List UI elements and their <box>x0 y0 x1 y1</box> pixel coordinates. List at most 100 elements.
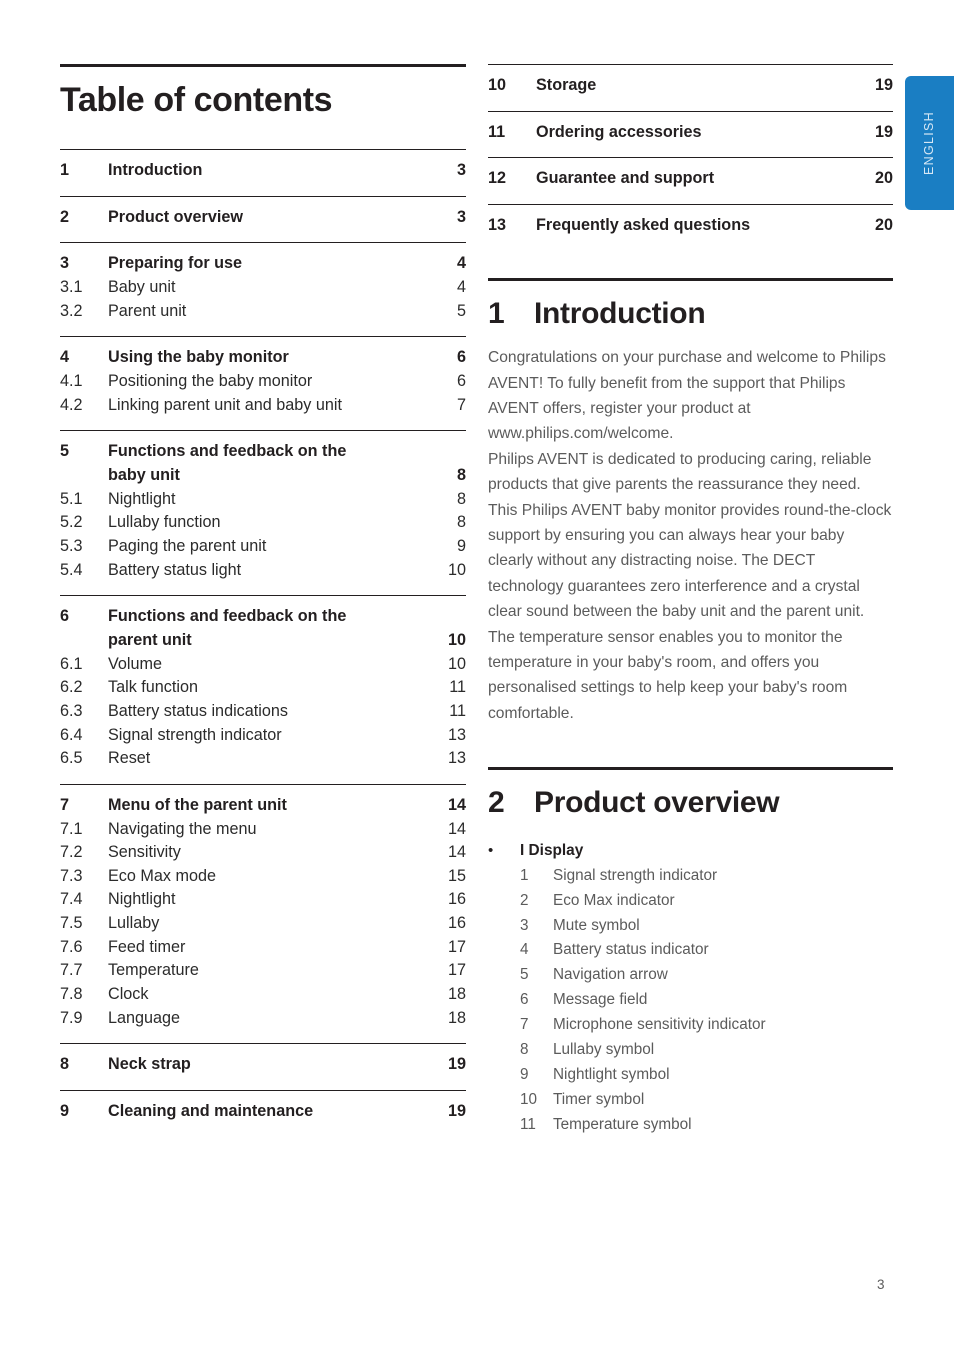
toc-divider <box>488 157 893 159</box>
left-column: Table of contents 1 Introduction 3 2 Pro… <box>60 64 466 1124</box>
toc-entry-label: Clock <box>108 985 149 1004</box>
toc-entry-label: Neck strap <box>108 1055 191 1074</box>
list-item-label: Navigation arrow <box>553 966 668 984</box>
toc-entry-page: 18 <box>447 985 466 1004</box>
toc-entry[interactable]: 9 Cleaning and maintenance 19 <box>60 1100 466 1124</box>
title-top-rule <box>60 64 466 67</box>
toc-entry[interactable]: 5 Functions and feedback on the baby unit… <box>60 440 466 487</box>
toc-entry[interactable]: 6.5 Reset 13 <box>60 747 466 771</box>
section-heading-introduction: 1 Introduction <box>488 297 893 332</box>
toc-entry-number: 13 <box>488 215 507 234</box>
toc-entry[interactable]: 2 Product overview 3 <box>60 206 466 230</box>
toc-entry-number: 7 <box>60 795 70 814</box>
list-item-number: 1 <box>520 866 529 884</box>
toc-entry-number: 3.2 <box>60 301 83 320</box>
toc-entry[interactable]: 7.3 Eco Max mode 15 <box>60 865 466 889</box>
toc-entry-number: 7.9 <box>60 1008 83 1027</box>
toc-entry[interactable]: 5.3 Paging the parent unit 9 <box>60 535 466 559</box>
toc-entry-label: Frequently asked questions <box>536 215 751 234</box>
toc-entry-label: Eco Max mode <box>108 866 216 885</box>
toc-entry-number: 1 <box>60 161 70 180</box>
toc-entry[interactable]: 5.2 Lullaby function 8 <box>60 511 466 535</box>
toc-entry-page: 13 <box>447 725 466 744</box>
toc-entry[interactable]: 6.2 Talk function 11 <box>60 676 466 700</box>
toc-entry[interactable]: 3.2 Parent unit 5 <box>60 300 466 324</box>
toc-entry[interactable]: 7.5 Lullaby 16 <box>60 912 466 936</box>
toc-entry[interactable]: 6.3 Battery status indications 11 <box>60 700 466 724</box>
toc-entry[interactable]: 11 Ordering accessories 19 <box>488 121 893 145</box>
toc-entry[interactable]: 7.7 Temperature 17 <box>60 959 466 983</box>
toc-entry-page: 19 <box>874 76 893 94</box>
list-item-label: Nightlight symbol <box>553 1066 670 1084</box>
toc-entry[interactable]: 7.9 Language 18 <box>60 1007 466 1031</box>
toc-entry-number: 7.6 <box>60 937 83 956</box>
list-item-number: 8 <box>520 1041 529 1059</box>
toc-entry-label: Talk function <box>108 678 198 697</box>
toc-entry-number: 5.1 <box>60 489 83 508</box>
toc-entry-number: 7.7 <box>60 961 83 980</box>
toc-entry-page: 6 <box>456 348 466 367</box>
toc-divider <box>488 110 893 112</box>
toc-entry-page: 8 <box>456 489 466 508</box>
list-item: 2 Eco Max indicator <box>520 889 893 914</box>
toc-entry-page: 19 <box>447 1055 466 1074</box>
list-item: 9 Nightlight symbol <box>520 1063 893 1088</box>
paragraph: Philips AVENT is dedicated to producing … <box>488 450 892 621</box>
list-item: 6 Message field <box>520 988 893 1013</box>
list-item-number: 11 <box>520 1115 536 1133</box>
toc-divider <box>488 64 893 65</box>
toc-entry-number: 4 <box>60 348 70 367</box>
toc-entry-page: 11 <box>449 701 466 720</box>
toc-entry-number: 11 <box>488 122 506 141</box>
toc-entry-label: Nightlight <box>108 489 176 508</box>
list-item-number: 4 <box>520 941 529 959</box>
toc-entry-label: Ordering accessories <box>536 122 702 141</box>
toc-group: 12 Guarantee and support 20 <box>488 157 893 204</box>
toc-entry-page: 7 <box>456 395 466 414</box>
toc-entry[interactable]: 7 Menu of the parent unit 14 <box>60 794 466 818</box>
toc-entry-label: Battery status indications <box>108 701 288 720</box>
paragraph: Congratulations on your purchase and wel… <box>488 349 886 443</box>
toc-entry[interactable]: 5.4 Battery status light 10 <box>60 559 466 583</box>
list-item-label: Mute symbol <box>553 916 640 934</box>
toc-entry[interactable]: 4.2 Linking parent unit and baby unit 7 <box>60 394 466 418</box>
toc-entry[interactable]: 5.1 Nightlight 8 <box>60 488 466 512</box>
language-tab-label: ENGLISH <box>922 111 936 175</box>
toc-entry[interactable]: 6 Functions and feedback on the parent un… <box>60 605 466 652</box>
toc-entry-page: 15 <box>447 866 466 885</box>
toc-entry[interactable]: 4 Using the baby monitor 6 <box>60 346 466 370</box>
list-item-number: 6 <box>520 991 529 1009</box>
list-item-label: Timer symbol <box>553 1090 645 1108</box>
toc-entry[interactable]: 7.1 Navigating the menu 14 <box>60 818 466 842</box>
toc-entry[interactable]: 10 Storage 19 <box>488 74 893 98</box>
list-item: 7 Microphone sensitivity indicator <box>520 1013 893 1038</box>
toc-entry[interactable]: 6.1 Volume 10 <box>60 653 466 677</box>
toc-entry[interactable]: 7.6 Feed timer 17 <box>60 936 466 960</box>
toc-entry[interactable]: 6.4 Signal strength indicator 13 <box>60 724 466 748</box>
toc-entry[interactable]: 13 Frequently asked questions 20 <box>488 214 893 238</box>
list-item-label: Microphone sensitivity indicator <box>553 1016 766 1034</box>
toc-entry[interactable]: 8 Neck strap 19 <box>60 1053 466 1077</box>
list-item-label: Message field <box>553 991 648 1009</box>
toc-entry[interactable]: 3 Preparing for use 4 <box>60 252 466 276</box>
bullet-label: I Display <box>520 841 584 859</box>
toc-entry-page: 13 <box>447 749 466 768</box>
section-title: Product overview <box>534 786 780 820</box>
right-column: 10 Storage 19 11 Ordering accessories 19… <box>488 64 893 1138</box>
toc-entry-number: 7.2 <box>60 843 83 862</box>
toc-entry-page: 4 <box>456 254 466 273</box>
toc-entry-page: 19 <box>874 122 893 141</box>
toc-entry[interactable]: 12 Guarantee and support 20 <box>488 167 893 191</box>
toc-group: 5 Functions and feedback on the baby unit… <box>60 430 466 595</box>
paragraph: The temperature sensor enables you to mo… <box>488 628 848 722</box>
section-number: 1 <box>488 296 505 330</box>
toc-entry[interactable]: 7.8 Clock 18 <box>60 983 466 1007</box>
toc-entry[interactable]: 1 Introduction 3 <box>60 159 466 183</box>
toc-entry[interactable]: 7.2 Sensitivity 14 <box>60 841 466 865</box>
toc-entry-number: 2 <box>60 207 70 226</box>
toc-entry[interactable]: 7.4 Nightlight 16 <box>60 888 466 912</box>
toc-entry[interactable]: 3.1 Baby unit 4 <box>60 276 466 300</box>
toc-entry[interactable]: 4.1 Positioning the baby monitor 6 <box>60 370 466 394</box>
list-item-label: Signal strength indicator <box>553 866 718 884</box>
toc-entry-number: 3 <box>60 254 70 273</box>
